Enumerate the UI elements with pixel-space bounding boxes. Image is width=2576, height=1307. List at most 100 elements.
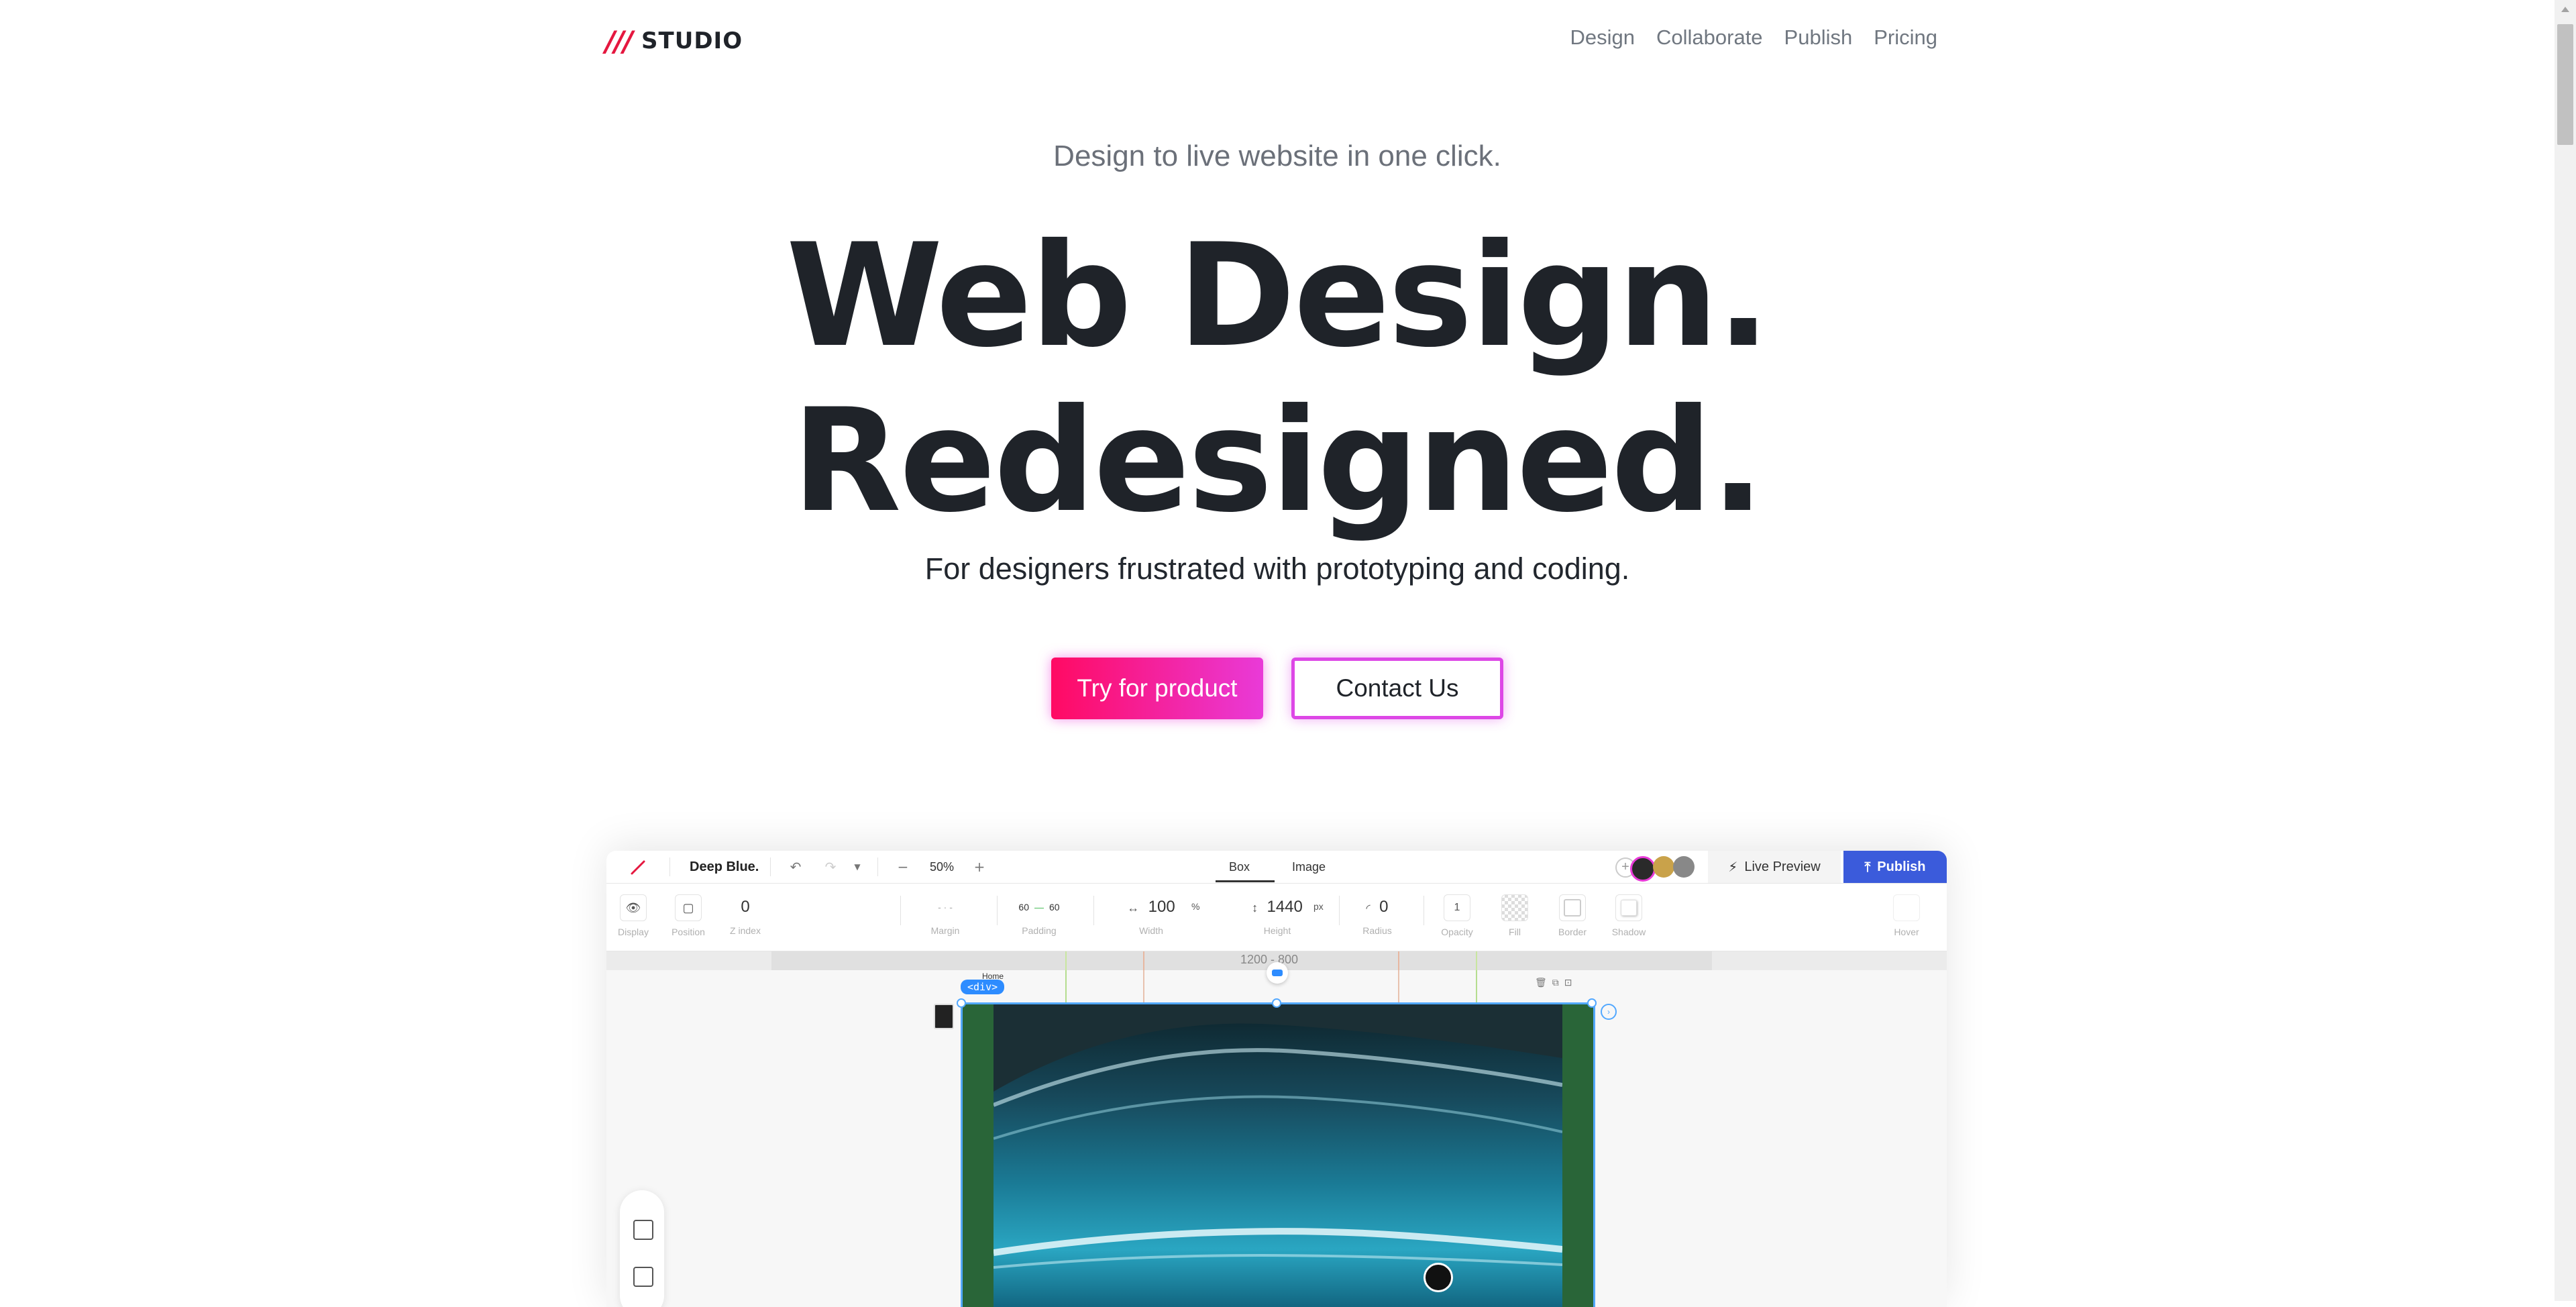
brand-logo[interactable]: /// STUDIO xyxy=(605,24,743,58)
nav-links: Design Collaborate Publish Pricing xyxy=(1570,25,1938,50)
display-prop[interactable]: 👁 Display xyxy=(613,894,653,937)
height-unit[interactable]: px xyxy=(1313,901,1324,912)
zoom-level[interactable]: 50% xyxy=(930,860,954,874)
comment-bubble-icon[interactable] xyxy=(1267,962,1288,984)
radius-prop[interactable]: ◜ 0 Radius xyxy=(1347,894,1407,936)
editor-preview: Deep Blue. ↶ ↷ ▼ − 50% + Box Image + ⚡ L… xyxy=(606,851,1947,1307)
prop-label: Margin xyxy=(930,925,960,936)
prop-label: Border xyxy=(1558,927,1587,937)
fill-swatch-icon xyxy=(1501,894,1528,921)
live-preview-button[interactable]: ⚡ Live Preview xyxy=(1708,851,1841,883)
collaborator-cursor-avatar xyxy=(1424,1263,1453,1292)
logo-slashes: /// xyxy=(605,24,633,58)
pen-icon[interactable] xyxy=(629,859,647,876)
shadow-icon xyxy=(1615,894,1642,921)
padding-link-icon: — xyxy=(1034,902,1044,912)
editor-toolbar: Deep Blue. ↶ ↷ ▼ − 50% + Box Image + ⚡ L… xyxy=(606,851,1947,884)
undo-icon[interactable]: ↶ xyxy=(788,859,804,875)
scrollbar-thumb[interactable] xyxy=(2557,24,2573,145)
prop-label: Display xyxy=(618,927,649,937)
trash-icon[interactable]: 🗑 xyxy=(1535,977,1547,988)
page-scrollbar[interactable] xyxy=(2555,0,2576,1301)
hover-prop[interactable]: Hover xyxy=(1886,894,1927,937)
margin-prop[interactable]: - · - Margin xyxy=(922,894,969,936)
shadow-prop[interactable]: Shadow xyxy=(1609,894,1649,937)
border-prop[interactable]: Border xyxy=(1552,894,1593,937)
padding-prop[interactable]: 60 — 60 Padding xyxy=(1009,894,1069,936)
logo-text: STUDIO xyxy=(641,28,743,54)
resize-handle[interactable] xyxy=(1272,998,1281,1008)
toolbar-divider xyxy=(770,857,771,876)
image-tool-icon[interactable] xyxy=(633,1267,653,1287)
prop-label: Height xyxy=(1263,925,1291,936)
page-thumbnail[interactable] xyxy=(934,1004,954,1029)
avatar[interactable] xyxy=(1673,856,1695,878)
publish-button[interactable]: ⤒ Publish xyxy=(1843,851,1947,883)
padding-left-value: 60 xyxy=(1018,902,1029,912)
tab-box[interactable]: Box xyxy=(1229,860,1250,874)
height-arrows-icon: ↕ xyxy=(1252,901,1258,914)
publish-label: Publish xyxy=(1877,859,1926,874)
tab-image[interactable]: Image xyxy=(1292,860,1326,874)
zoom-out-icon[interactable]: − xyxy=(895,859,911,875)
hero-tagline: Design to live website in one click. xyxy=(1053,140,1501,172)
editor-canvas[interactable]: Home <div> 🗑 ⧉ ⊡ › xyxy=(606,962,1947,1307)
position-prop[interactable]: ▢ Position xyxy=(668,894,708,937)
nav-link-collaborate[interactable]: Collaborate xyxy=(1656,25,1763,50)
fill-prop[interactable]: Fill xyxy=(1495,894,1535,937)
prop-label: Width xyxy=(1139,925,1163,936)
height-value: 1440 xyxy=(1267,898,1303,916)
margin-icon: - · - xyxy=(938,902,953,912)
ruler-guide xyxy=(1065,951,1067,970)
try-product-button[interactable]: Try for product xyxy=(1051,658,1263,719)
ruler-guide xyxy=(1476,951,1477,970)
redo-icon[interactable]: ↷ xyxy=(822,859,839,875)
zindex-prop[interactable]: 0 Z index xyxy=(722,894,769,936)
resize-handle[interactable] xyxy=(957,998,966,1008)
zoom-in-icon[interactable]: + xyxy=(971,859,987,875)
props-divider xyxy=(997,896,998,925)
frame-tools: 🗑 ⧉ ⊡ xyxy=(1535,977,1572,988)
scroll-up-icon[interactable] xyxy=(2561,7,2569,12)
live-preview-label: Live Preview xyxy=(1744,859,1821,874)
props-divider xyxy=(1339,896,1340,925)
avatar[interactable] xyxy=(1630,856,1656,882)
radius-icon: ◜ xyxy=(1366,903,1371,914)
prop-label: Radius xyxy=(1362,925,1392,936)
width-unit[interactable]: % xyxy=(1191,901,1199,912)
ruler-guide xyxy=(1143,951,1144,970)
element-tag-badge[interactable]: <div> xyxy=(961,980,1005,994)
nav-link-pricing[interactable]: Pricing xyxy=(1874,25,1937,50)
prop-label: Fill xyxy=(1509,927,1521,937)
selected-frame[interactable] xyxy=(961,1002,1595,1307)
nav-link-design[interactable]: Design xyxy=(1570,25,1635,50)
copy-icon[interactable]: ⧉ xyxy=(1552,977,1559,988)
top-nav: /// STUDIO Design Collaborate Publish Pr… xyxy=(0,0,2555,81)
opacity-prop[interactable]: 1 Opacity xyxy=(1437,894,1477,937)
eye-icon: 👁 xyxy=(620,894,647,921)
lightning-icon: ⚡ xyxy=(1728,859,1738,875)
width-prop[interactable]: ↔ 100 Width xyxy=(1104,894,1198,936)
properties-panel: 👁 Display ▢ Position 0 Z index - · - Mar… xyxy=(606,884,1947,951)
width-value: 100 xyxy=(1148,898,1175,916)
hover-icon xyxy=(1893,894,1920,921)
tool-rail xyxy=(620,1190,664,1307)
box-tool-icon[interactable] xyxy=(633,1220,653,1240)
padding-overlay-left xyxy=(963,1004,994,1307)
avatar[interactable] xyxy=(1653,856,1674,878)
project-name[interactable]: Deep Blue. xyxy=(690,859,759,875)
zindex-value: 0 xyxy=(741,898,750,916)
contact-us-button[interactable]: Contact Us xyxy=(1291,658,1503,719)
nav-link-publish[interactable]: Publish xyxy=(1784,25,1853,50)
history-dropdown-icon[interactable]: ▼ xyxy=(849,859,865,875)
headline-line-1: Web Design. xyxy=(786,213,1770,378)
radius-value: 0 xyxy=(1379,898,1389,916)
opacity-value: 1 xyxy=(1444,894,1470,921)
prop-label: Opacity xyxy=(1441,927,1473,937)
ruler-guide xyxy=(1398,951,1399,970)
duplicate-icon[interactable]: ⊡ xyxy=(1564,977,1572,988)
width-field: ↔ 100 xyxy=(1104,894,1198,920)
resize-handle[interactable] xyxy=(1587,998,1597,1008)
add-section-icon[interactable]: › xyxy=(1601,1004,1617,1020)
cta-row: Try for product Contact Us xyxy=(0,658,2555,719)
